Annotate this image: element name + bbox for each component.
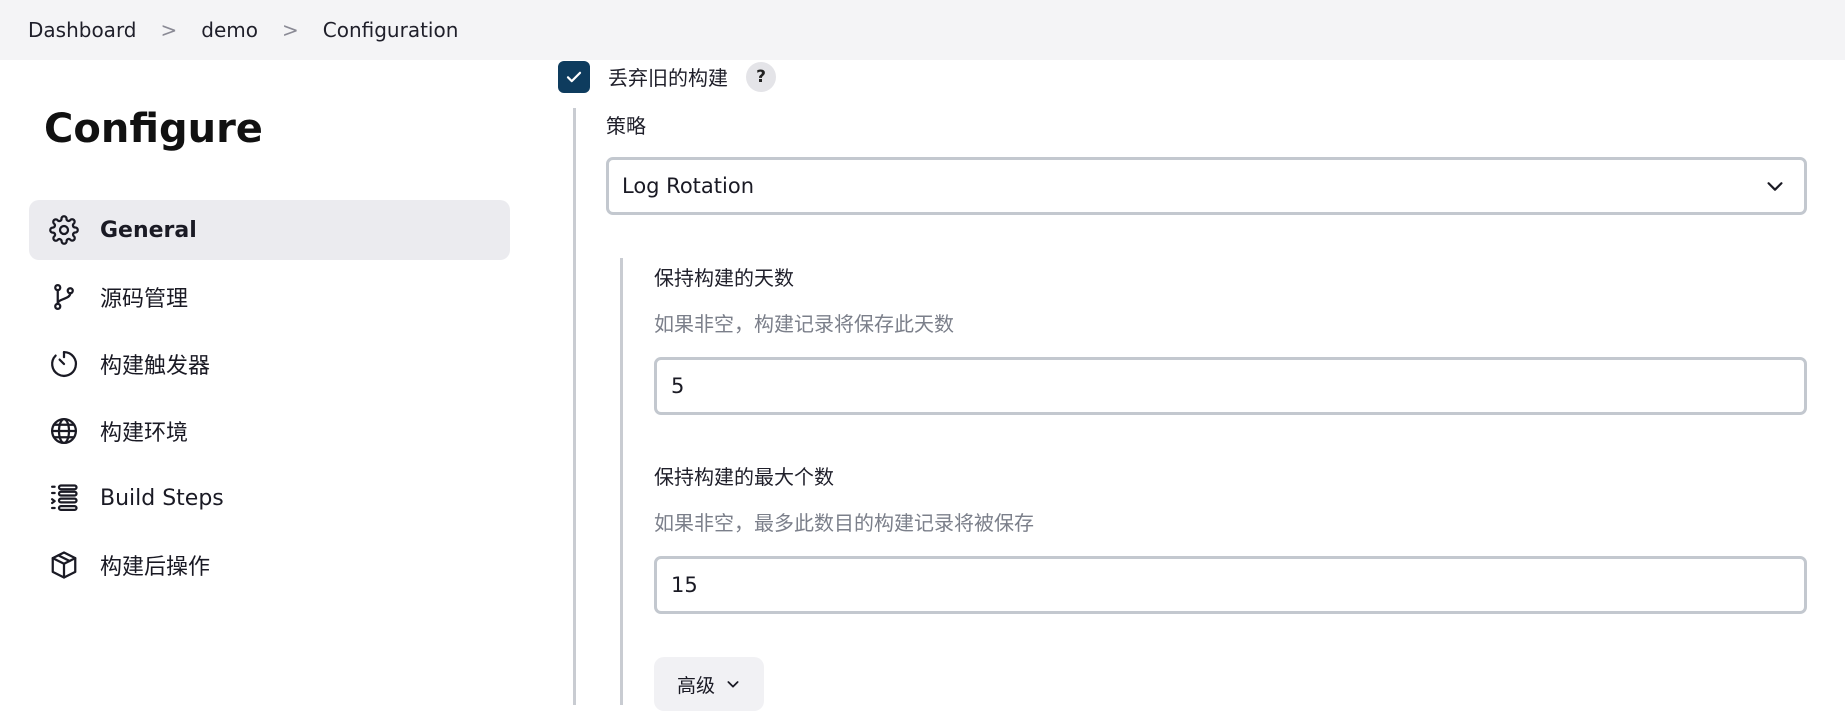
sidebar-item-source-code[interactable]: 源码管理 [29,267,510,327]
days-to-keep-input[interactable]: 5 [654,357,1807,415]
sidebar-item-label: General [100,217,197,243]
sidebar-nav: General 源码管理 构建触发器 构建环境 Build Steps 构建后操… [29,200,510,602]
sidebar-item-label: 构建触发器 [100,354,211,379]
breadcrumb-configuration[interactable]: Configuration [323,18,459,42]
advanced-button-label: 高级 [676,674,715,697]
days-to-keep-label: 保持构建的天数 [654,266,794,290]
sidebar-item-label: Build Steps [100,485,224,511]
nested-section-indent-line [620,258,623,705]
strategy-selected-value: Log Rotation [622,174,755,198]
discard-old-builds-checkbox[interactable] [558,61,590,93]
checkmark-icon [566,71,582,83]
breadcrumb-demo[interactable]: demo [201,18,258,42]
max-builds-input[interactable]: 15 [654,556,1807,614]
package-icon [47,548,81,582]
section-indent-line [573,108,576,705]
advanced-button[interactable]: 高级 [654,657,764,711]
max-builds-value: 15 [671,573,698,597]
list-icon [47,481,81,515]
sidebar-item-general[interactable]: General [29,200,510,260]
help-button[interactable]: ? [746,62,776,92]
days-to-keep-value: 5 [671,374,685,398]
globe-icon [47,414,81,448]
gear-icon [47,213,81,247]
max-builds-label: 保持构建的最大个数 [654,465,834,489]
strategy-select[interactable]: Log Rotation [606,157,1807,215]
sidebar-item-label: 构建后操作 [100,555,211,580]
sidebar-item-build-steps[interactable]: Build Steps [29,468,510,528]
top-bar: Dashboard > demo > Configuration [0,0,1845,60]
git-branch-icon [47,280,81,314]
breadcrumb: Dashboard > demo > Configuration [0,18,458,42]
discard-old-builds-label[interactable]: 丢弃旧的构建 [608,62,728,91]
sidebar-item-label: 构建环境 [100,421,189,446]
breadcrumb-separator: > [160,18,178,42]
breadcrumb-separator: > [282,18,299,42]
timer-icon [47,347,81,381]
page-title: Configure [44,106,263,152]
days-to-keep-description: 如果非空，构建记录将保存此天数 [654,312,954,336]
max-builds-description: 如果非空，最多此数目的构建记录将被保存 [654,511,1034,535]
breadcrumb-dashboard[interactable]: Dashboard [28,18,137,42]
sidebar-item-build-triggers[interactable]: 构建触发器 [29,334,510,394]
chevron-down-icon [725,676,741,692]
sidebar-item-post-build-actions[interactable]: 构建后操作 [29,535,510,595]
strategy-label: 策略 [606,114,646,138]
chevron-down-icon [1764,175,1804,197]
sidebar-item-build-environment[interactable]: 构建环境 [29,401,510,461]
sidebar-item-label: 源码管理 [100,287,189,312]
